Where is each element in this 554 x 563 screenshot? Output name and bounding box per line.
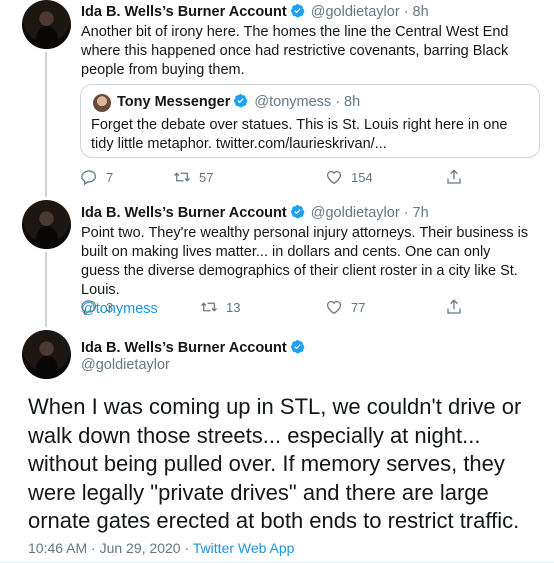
reply-button[interactable]: 7	[80, 168, 113, 186]
quoted-avatar	[93, 94, 111, 112]
share-icon	[447, 169, 461, 184]
retweet-button[interactable]: 13	[200, 298, 240, 316]
tweet-time[interactable]: · 7h	[404, 205, 429, 221]
reply-count: 7	[106, 169, 114, 185]
retweet-icon	[174, 172, 190, 182]
reply-count: 3	[106, 299, 114, 315]
verified-badge-icon	[290, 339, 305, 354]
thread-line	[45, 252, 47, 327]
thread-line	[45, 52, 47, 197]
tweet-time[interactable]: · 8h	[404, 4, 429, 20]
author-handle[interactable]: @goldietaylor	[81, 357, 170, 373]
avatar[interactable]	[22, 0, 71, 49]
quoted-author-handle: @tonymess	[254, 94, 332, 110]
avatar[interactable]	[22, 330, 71, 379]
verified-badge-icon	[290, 204, 305, 219]
author-handle[interactable]: @goldietaylor	[311, 4, 400, 20]
quoted-tweet[interactable]: Tony Messenger @tonymess · 8h Forget the…	[80, 84, 540, 158]
tweet-text: Another bit of irony here. The homes the…	[81, 24, 509, 78]
author-name[interactable]: Ida B. Wells’s Burner Account	[81, 4, 287, 20]
tweet-source[interactable]: Twitter Web App	[193, 540, 295, 556]
reply-icon	[81, 170, 97, 186]
tweet-header: Ida B. Wells’s Burner Account @goldietay…	[81, 204, 429, 221]
retweet-count: 57	[199, 169, 214, 185]
verified-badge-icon	[290, 3, 305, 18]
tweet-actions: 7 57 154	[80, 168, 480, 188]
heart-icon	[326, 301, 342, 315]
share-button[interactable]	[445, 298, 463, 316]
share-icon	[447, 299, 461, 314]
like-count: 77	[351, 299, 366, 315]
tweet-text-body: Point two. They're wealthy personal inju…	[81, 225, 529, 298]
tweet-main-text: When I was coming up in STL, we couldn't…	[28, 394, 522, 533]
tweet-header: Ida B. Wells’s Burner Account @goldietay…	[81, 3, 429, 20]
reply-button[interactable]: 3	[80, 298, 113, 316]
tweet-timestamp[interactable]: 10:46 AM · Jun 29, 2020 ·	[28, 540, 189, 556]
author-name[interactable]: Ida B. Wells’s Burner Account	[81, 205, 287, 221]
avatar[interactable]	[22, 200, 71, 249]
like-button[interactable]: 77	[325, 298, 365, 316]
quoted-author-name: Tony Messenger	[117, 94, 231, 110]
like-count: 154	[351, 169, 373, 185]
author-name[interactable]: Ida B. Wells’s Burner Account	[81, 340, 287, 356]
verified-badge-icon	[234, 93, 248, 108]
retweet-button[interactable]: 57	[173, 168, 213, 186]
retweet-icon	[201, 302, 217, 312]
retweet-count: 13	[226, 299, 241, 315]
tweet-header: Ida B. Wells’s Burner Account	[81, 339, 307, 356]
author-handle[interactable]: @goldietaylor	[311, 205, 400, 221]
heart-icon	[326, 171, 342, 185]
tweet-meta: 10:46 AM · Jun 29, 2020 · Twitter Web Ap…	[28, 540, 294, 556]
share-button[interactable]	[445, 168, 463, 186]
quoted-tweet-text: Forget the debate over statues. This is …	[91, 117, 508, 152]
tweet-actions: 3 13 77	[80, 298, 480, 318]
quoted-tweet-time: · 8h	[335, 94, 361, 110]
reply-icon	[81, 300, 97, 316]
like-button[interactable]: 154	[325, 168, 373, 186]
quoted-header: Tony Messenger @tonymess · 8h	[117, 93, 360, 110]
